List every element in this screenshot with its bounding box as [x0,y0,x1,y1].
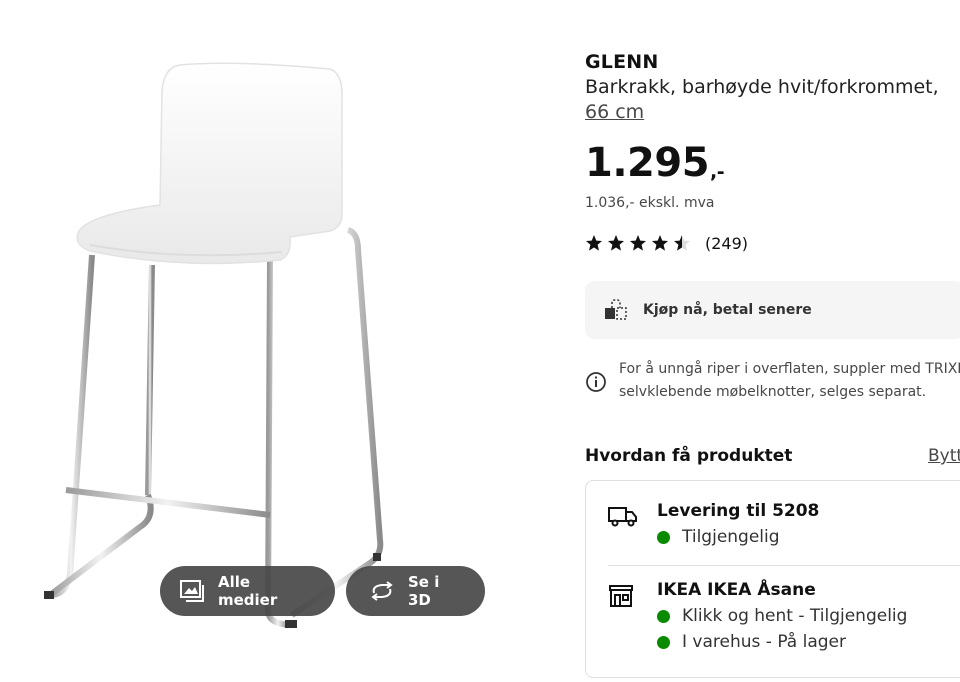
click-collect-text: Klikk og hent - Tilgjengelig [682,606,908,626]
all-media-button[interactable]: Alle medier [160,566,335,616]
truck-icon [608,507,637,527]
review-count: (249) [705,233,749,253]
klarna-label: Kjøp nå, betal senere [643,302,812,318]
klarna-banner[interactable]: Kjøp nå, betal senere [585,281,960,339]
price-suffix: ,- [710,161,725,183]
product-price: 1.295,- [585,140,725,186]
store-title: IKEA IKEA Åsane [657,580,816,600]
view-3d-button[interactable]: Se i 3D [346,566,485,616]
product-image[interactable] [30,55,410,635]
rating[interactable]: (249) [585,233,748,253]
availability-box: Levering til 5208 Tilgjengelig IKEA IKEA… [585,480,960,678]
change-location-link[interactable]: Bytt [928,446,960,466]
product-name: GLENN [585,51,659,73]
star-icon [630,235,646,251]
rotate-3d-icon [371,581,393,601]
furniture-pad-notice: For å unngå riper i overflaten, suppler … [585,358,960,404]
available-dot [657,530,670,544]
product-info: GLENN Barkrakk, barhøyde hvit/forkrommet… [585,0,960,682]
click-collect-status: Klikk og hent - Tilgjengelig [657,606,907,626]
price-ex-vat: 1.036,- ekskl. mva [585,195,715,211]
product-description: Barkrakk, barhøyde hvit/forkrommet, 66 c… [585,75,960,125]
price-value: 1.295 [585,140,710,186]
fulfillment-heading: Hvordan få produktet [585,446,793,466]
info-icon [586,372,606,392]
delivery-status-text: Tilgjengelig [682,527,780,547]
gallery-icon [180,580,204,602]
star-icon [652,235,668,251]
delivery-status: Tilgjengelig [657,527,780,547]
view-3d-label: Se i 3D [408,573,440,609]
product-description-text: Barkrakk, barhøyde hvit/forkrommet, [585,76,939,98]
all-media-label: Alle medier [218,573,278,609]
product-size-link[interactable]: 66 cm [585,100,960,125]
rating-stars [586,235,690,251]
star-icon [608,235,624,251]
in-store-text: I varehus - På lager [682,632,847,652]
in-store-status: I varehus - På lager [657,632,846,652]
available-dot [657,609,670,623]
product-media: Alle medier Se i 3D [0,0,560,682]
klarna-bag-icon [605,299,627,320]
star-icon [586,235,602,251]
divider [608,565,960,566]
delivery-title: Levering til 5208 [657,501,820,521]
store-icon [609,585,633,607]
notice-line-1: For å unngå riper i overflaten, suppler … [619,361,960,377]
star-icon [674,235,690,251]
available-dot [657,635,670,649]
notice-line-2: selvklebende møbelknotter, selges separa… [619,384,927,400]
